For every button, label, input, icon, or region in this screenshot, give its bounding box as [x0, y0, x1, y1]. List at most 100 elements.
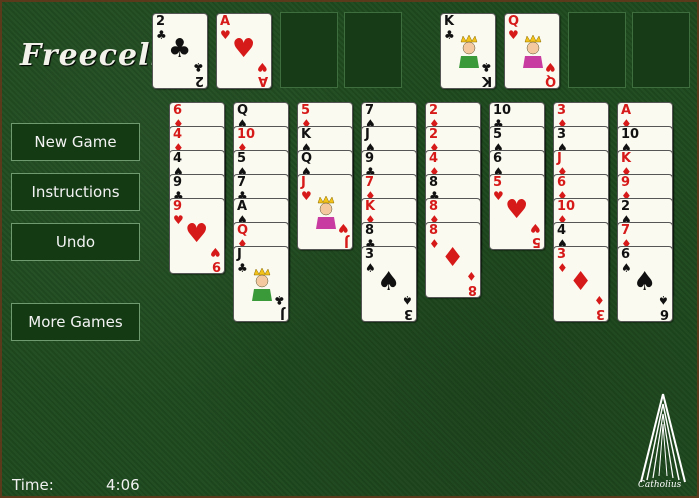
card-rank: 5	[301, 103, 311, 118]
card-rank: 6	[173, 103, 183, 118]
free-cell-card[interactable]: 2 ♣ 2 ♣ ♣	[152, 13, 208, 89]
playing-card[interactable]: 3 ♦ 3 ♦ ♦	[553, 246, 609, 322]
face-card-portrait-icon	[252, 267, 272, 301]
card-rank: K	[365, 199, 376, 214]
card-rank: 5	[493, 127, 503, 142]
card-rank-bottom: 6	[659, 306, 669, 321]
card-rank: J	[237, 247, 242, 262]
card-rank: 8	[429, 199, 439, 214]
foundation-empty[interactable]	[632, 12, 690, 88]
face-card-portrait-icon	[459, 34, 479, 68]
card-rank: 2	[429, 103, 439, 118]
card-center-suit-icon: ♥	[185, 219, 209, 249]
card-rank: 2	[429, 127, 439, 142]
card-suit-bottom-icon: ♦	[466, 269, 477, 283]
card-rank: 4	[173, 151, 183, 166]
card-suit-bottom-icon: ♠	[402, 293, 413, 307]
card-rank: J	[365, 127, 370, 142]
card-rank: 6	[493, 151, 503, 166]
card-rank: 10	[493, 103, 512, 118]
free-cell-card[interactable]: A ♥ A ♥ ♥	[216, 13, 272, 89]
card-rank-bottom: 9	[211, 258, 221, 273]
card-rank: 6	[557, 175, 567, 190]
card-rank-bottom: 3	[595, 306, 605, 321]
card-rank: 8	[429, 175, 439, 190]
time-label: Time:	[12, 476, 54, 494]
instructions-button[interactable]: Instructions	[11, 173, 140, 211]
card-rank: K	[621, 151, 632, 166]
undo-button[interactable]: Undo	[11, 223, 140, 261]
card-rank-bottom: J	[344, 234, 349, 249]
card-rank: 4	[173, 127, 183, 142]
foundation-card[interactable]: K ♣ K ♣	[440, 13, 496, 89]
card-rank-bottom: K	[481, 73, 492, 88]
card-rank: Q	[508, 14, 520, 29]
card-rank-bottom: 2	[194, 73, 204, 88]
card-center-suit-icon: ♦	[569, 267, 593, 297]
card-rank-bottom: 5	[531, 234, 541, 249]
catholius-logo-icon	[640, 393, 686, 483]
card-rank: 4	[429, 151, 439, 166]
card-suit-bottom-icon: ♠	[658, 293, 669, 307]
card-suit-bottom-icon: ♣	[193, 60, 204, 74]
card-suit-icon: ♥	[301, 189, 312, 203]
card-rank: 3	[365, 247, 375, 262]
card-rank-bottom: 8	[467, 282, 477, 297]
card-rank: 9	[365, 151, 375, 166]
card-rank: 5	[493, 175, 503, 190]
foundation-empty[interactable]	[568, 12, 626, 88]
card-rank-bottom: A	[257, 73, 268, 88]
card-suit-icon: ♣	[444, 28, 455, 42]
card-rank-bottom: Q	[544, 73, 556, 88]
playing-card[interactable]: 5 ♥ 5 ♥ ♥	[489, 174, 545, 250]
card-suit-icon: ♣	[237, 261, 248, 275]
card-suit-icon: ♠	[621, 261, 632, 275]
card-suit-icon: ♥	[493, 189, 504, 203]
card-rank: J	[301, 175, 306, 190]
brand-label: Catholius	[638, 480, 682, 490]
card-suit-bottom-icon: ♥	[210, 245, 221, 259]
card-suit-icon: ♦	[557, 261, 568, 275]
card-center-suit-icon: ♦	[441, 243, 465, 273]
card-suit-icon: ♦	[429, 237, 440, 251]
face-card-portrait-icon	[316, 195, 336, 229]
playing-card[interactable]: 9 ♥ 9 ♥ ♥	[169, 198, 225, 274]
card-center-suit-icon: ♠	[377, 267, 401, 297]
card-rank: Q	[237, 223, 249, 238]
card-suit-bottom-icon: ♥	[530, 221, 541, 235]
playing-card[interactable]: J ♣ J ♣	[233, 246, 289, 322]
free-cell-empty[interactable]	[344, 12, 402, 88]
card-rank: K	[301, 127, 312, 142]
playing-card[interactable]: 3 ♠ 3 ♠ ♠	[361, 246, 417, 322]
free-cell-empty[interactable]	[280, 12, 338, 88]
card-rank-bottom: J	[280, 306, 285, 321]
card-rank: A	[621, 103, 632, 118]
game-title: Freecell	[20, 38, 163, 73]
card-rank: 2	[621, 199, 631, 214]
card-rank: Q	[237, 103, 249, 118]
card-rank: 5	[237, 151, 247, 166]
card-rank: 10	[237, 127, 256, 142]
card-rank: 10	[557, 199, 576, 214]
playing-card[interactable]: 8 ♦ 8 ♦ ♦	[425, 222, 481, 298]
card-rank: 4	[557, 223, 567, 238]
card-suit-bottom-icon: ♥	[257, 60, 268, 74]
card-suit-icon: ♣	[156, 28, 167, 42]
card-center-suit-icon: ♥	[232, 34, 256, 64]
card-rank: 6	[621, 247, 631, 262]
card-rank: 8	[365, 223, 375, 238]
new-game-button[interactable]: New Game	[11, 123, 140, 161]
time-value: 4:06	[106, 476, 140, 494]
card-rank: 7	[365, 103, 375, 118]
foundation-card[interactable]: Q ♥ Q ♥	[504, 13, 560, 89]
card-rank: 3	[557, 127, 567, 142]
more-games-button[interactable]: More Games	[11, 303, 140, 341]
playing-card[interactable]: J ♥ J ♥	[297, 174, 353, 250]
card-rank: Q	[301, 151, 313, 166]
card-suit-icon: ♠	[365, 261, 376, 275]
card-center-suit-icon: ♣	[168, 34, 192, 64]
playing-card[interactable]: 6 ♠ 6 ♠ ♠	[617, 246, 673, 322]
card-center-suit-icon: ♠	[633, 267, 657, 297]
card-rank: J	[557, 151, 562, 166]
face-card-portrait-icon	[523, 34, 543, 68]
